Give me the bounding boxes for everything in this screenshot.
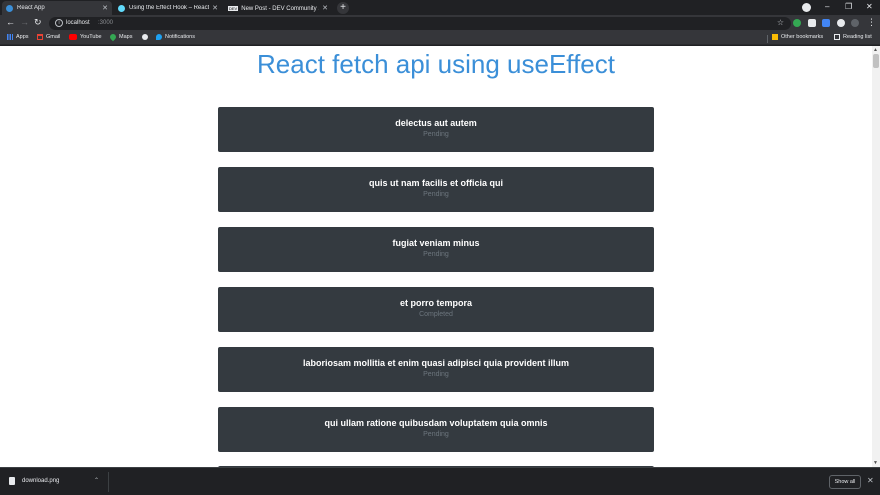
extension-doc-icon[interactable] (808, 19, 816, 27)
gmail-icon (37, 34, 43, 40)
dev-logo-icon: DEV (228, 5, 239, 11)
tab-react-app[interactable]: React App ✕ (2, 1, 112, 15)
bookmark-apps[interactable]: Apps (7, 34, 29, 40)
todo-title: fugiat veniam minus (392, 238, 480, 248)
tab-title: New Post - DEV Community 👋 🔔 (241, 5, 319, 12)
download-shelf: download.png ⌃ Show all ✕ (0, 467, 880, 495)
todo-title: et porro tempora (399, 298, 472, 308)
youtube-icon (69, 34, 77, 40)
todo-status: Pending (423, 251, 449, 258)
todo-card: qui ullam ratione quibusdam voluptatem q… (218, 407, 654, 452)
close-shelf-icon[interactable]: ✕ (867, 476, 874, 485)
show-all-button[interactable]: Show all (829, 475, 861, 489)
close-tab-icon[interactable]: ✕ (322, 4, 328, 12)
tab-title: Using the Effect Hook – React (129, 5, 210, 11)
url-host: localhost (66, 20, 90, 26)
extension-green-icon[interactable] (793, 19, 801, 27)
reading-list[interactable]: Reading list (834, 34, 872, 40)
page-scrollbar[interactable]: ▲ ▼ (872, 46, 880, 467)
bookmark-label: Notifications (165, 34, 195, 40)
tab-strip: React App ✕ Using the Effect Hook – Reac… (0, 0, 880, 15)
folder-icon (772, 34, 778, 40)
file-icon (9, 477, 15, 485)
close-window-icon[interactable]: ✕ (866, 2, 873, 11)
extensions-puzzle-icon[interactable] (837, 19, 845, 27)
restore-icon[interactable]: ❐ (845, 2, 852, 11)
todo-card: laboriosam mollitia et enim quasi adipis… (218, 347, 654, 392)
back-arrow-icon[interactable]: ← (6, 17, 15, 27)
tab-title: React App (17, 5, 45, 11)
close-tab-icon[interactable]: ✕ (212, 4, 218, 12)
todo-title: delectus aut autem (395, 118, 477, 128)
todo-status: Pending (423, 371, 449, 378)
url-port: :3000 (98, 20, 114, 26)
reload-icon[interactable]: ↻ (34, 17, 42, 28)
bookmark-label: Other bookmarks (781, 34, 824, 40)
shelf-divider (108, 472, 109, 492)
profile-avatar-icon[interactable] (802, 3, 811, 12)
todo-card: delectus aut autem Pending (218, 107, 654, 152)
menu-kebab-icon[interactable]: ⋮ (867, 17, 876, 28)
todo-title: quis ut nam facilis et officia qui (368, 178, 504, 188)
minimize-icon[interactable]: – (825, 2, 829, 11)
profile-icon[interactable] (851, 19, 859, 27)
globe-icon (142, 34, 148, 40)
bookmark-label: Apps (16, 34, 29, 40)
page-title: React fetch api using useEffect (257, 49, 615, 79)
bookmarks-bar: Apps Gmail YouTube Maps Notifications Ot… (0, 32, 880, 45)
bookmark-label: YouTube (80, 34, 102, 40)
todo-card: quis ut nam facilis et officia qui Pendi… (218, 167, 654, 212)
react-logo-icon (118, 4, 125, 12)
browser-toolbar: ← → ↻ i localhost :3000 ☆ ⋮ (0, 15, 880, 32)
page-viewport: React fetch api using useEffect delectus… (0, 46, 872, 467)
todo-status: Completed (419, 311, 453, 318)
todo-status: Pending (423, 191, 449, 198)
twitter-icon (156, 34, 162, 40)
bookmark-globe[interactable] (142, 34, 151, 40)
extension-blue-icon[interactable] (822, 19, 830, 27)
scroll-down-arrow-icon[interactable]: ▼ (873, 460, 878, 466)
bookmarks-separator (767, 35, 768, 43)
todo-title: qui ullam ratione quibusdam voluptatem q… (324, 418, 548, 428)
reading-list-icon (834, 34, 840, 40)
chevron-up-icon[interactable]: ⌃ (94, 477, 99, 484)
close-tab-icon[interactable]: ✕ (102, 4, 108, 12)
bookmark-label: Reading list (843, 34, 872, 40)
scrollbar-thumb[interactable] (873, 54, 879, 68)
todo-status: Pending (423, 131, 449, 138)
tab-dev-community[interactable]: DEV New Post - DEV Community 👋 🔔 ✕ (224, 1, 332, 15)
scroll-up-arrow-icon[interactable]: ▲ (873, 47, 878, 53)
tab-effect-hook[interactable]: Using the Effect Hook – React ✕ (114, 1, 222, 15)
forward-arrow-icon[interactable]: → (20, 17, 29, 27)
react-app-favicon-icon (6, 4, 13, 12)
bookmark-notifications[interactable]: Notifications (156, 34, 195, 40)
todo-title: laboriosam mollitia et enim quasi adipis… (302, 358, 570, 368)
bookmark-label: Maps (119, 34, 133, 40)
todo-card: et porro tempora Completed (218, 287, 654, 332)
apps-grid-icon (7, 34, 13, 40)
bookmark-label: Gmail (46, 34, 61, 40)
site-info-icon[interactable]: i (55, 19, 63, 27)
todo-card: fugiat veniam minus Pending (218, 227, 654, 272)
bookmark-gmail[interactable]: Gmail (37, 34, 60, 40)
todo-status: Pending (423, 431, 449, 438)
bookmark-maps[interactable]: Maps (108, 32, 133, 42)
address-bar[interactable]: i localhost :3000 ☆ (49, 17, 791, 30)
download-file-name[interactable]: download.png (22, 478, 59, 484)
bookmark-star-icon[interactable]: ☆ (777, 18, 784, 27)
maps-pin-icon (108, 32, 118, 42)
bookmark-youtube[interactable]: YouTube (69, 34, 102, 40)
other-bookmarks[interactable]: Other bookmarks (772, 34, 823, 40)
new-tab-button[interactable]: + (337, 2, 349, 14)
